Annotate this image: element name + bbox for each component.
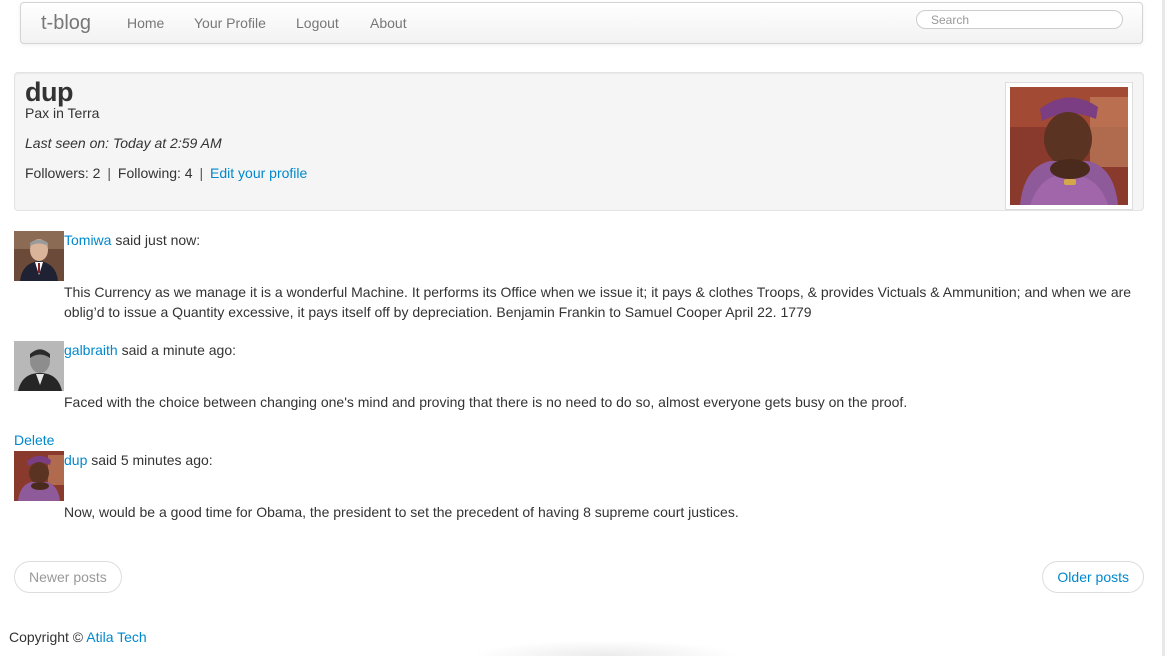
post-item: dup said 5 minutes ago: Now, would be a … (14, 451, 1144, 521)
edit-profile-link[interactable]: Edit your profile (210, 165, 307, 181)
copyright-text: Copyright © (9, 629, 84, 645)
following-count: Following: 4 (117, 165, 193, 181)
post-body: Faced with the choice between changing o… (64, 394, 908, 410)
nav-home[interactable]: Home (127, 15, 164, 31)
post-timestamp: said a minute ago: (117, 342, 236, 358)
post-body: This Currency as we manage it is a wonde… (64, 284, 1132, 320)
post-author-avatar[interactable] (14, 451, 64, 501)
separator: | (199, 165, 204, 181)
profile-username: dup (25, 77, 73, 107)
post-body: Now, would be a good time for Obama, the… (64, 504, 739, 520)
footer-shadow (470, 640, 740, 656)
separator: | (107, 165, 111, 181)
newer-posts-button[interactable]: Newer posts (14, 561, 122, 593)
nav-logout[interactable]: Logout (296, 15, 339, 31)
post-item: galbraith said a minute ago: Faced with … (14, 341, 1144, 411)
profile-follow-stats: Followers: 2 | Following: 4 | Edit your … (25, 165, 307, 181)
post-item: Tomiwa said just now: This Currency as w… (14, 231, 1144, 321)
delete-post-link[interactable]: Delete (14, 432, 54, 448)
post-author-avatar[interactable] (14, 341, 64, 391)
search-input[interactable] (916, 10, 1123, 29)
company-link[interactable]: Atila Tech (86, 629, 146, 645)
post-author-link[interactable]: Tomiwa (64, 232, 111, 248)
nav-your-profile[interactable]: Your Profile (194, 15, 266, 31)
profile-card: dup Pax in Terra Last seen on: Today at … (14, 72, 1144, 211)
older-posts-button[interactable]: Older posts (1042, 561, 1144, 593)
nav-about[interactable]: About (370, 15, 407, 31)
post-timestamp: said 5 minutes ago: (87, 452, 213, 468)
profile-avatar (1005, 82, 1133, 210)
post-timestamp: said just now: (111, 232, 201, 248)
brand-link[interactable]: t-blog (41, 12, 91, 35)
navbar: t-blog Home Your Profile Logout About (20, 2, 1143, 44)
post-header: Tomiwa said just now: (64, 232, 200, 248)
post-author-link[interactable]: dup (64, 452, 87, 468)
footer: Copyright © Atila Tech (9, 629, 147, 645)
followers-count: Followers: 2 (25, 165, 101, 181)
profile-about: Pax in Terra (25, 105, 100, 121)
post-header: dup said 5 minutes ago: (64, 452, 213, 468)
post-author-avatar[interactable] (14, 231, 64, 281)
post-header: galbraith said a minute ago: (64, 342, 236, 358)
profile-avatar-image (1010, 87, 1128, 205)
post-author-link[interactable]: galbraith (64, 342, 118, 358)
profile-last-seen: Last seen on: Today at 2:59 AM (25, 135, 222, 151)
